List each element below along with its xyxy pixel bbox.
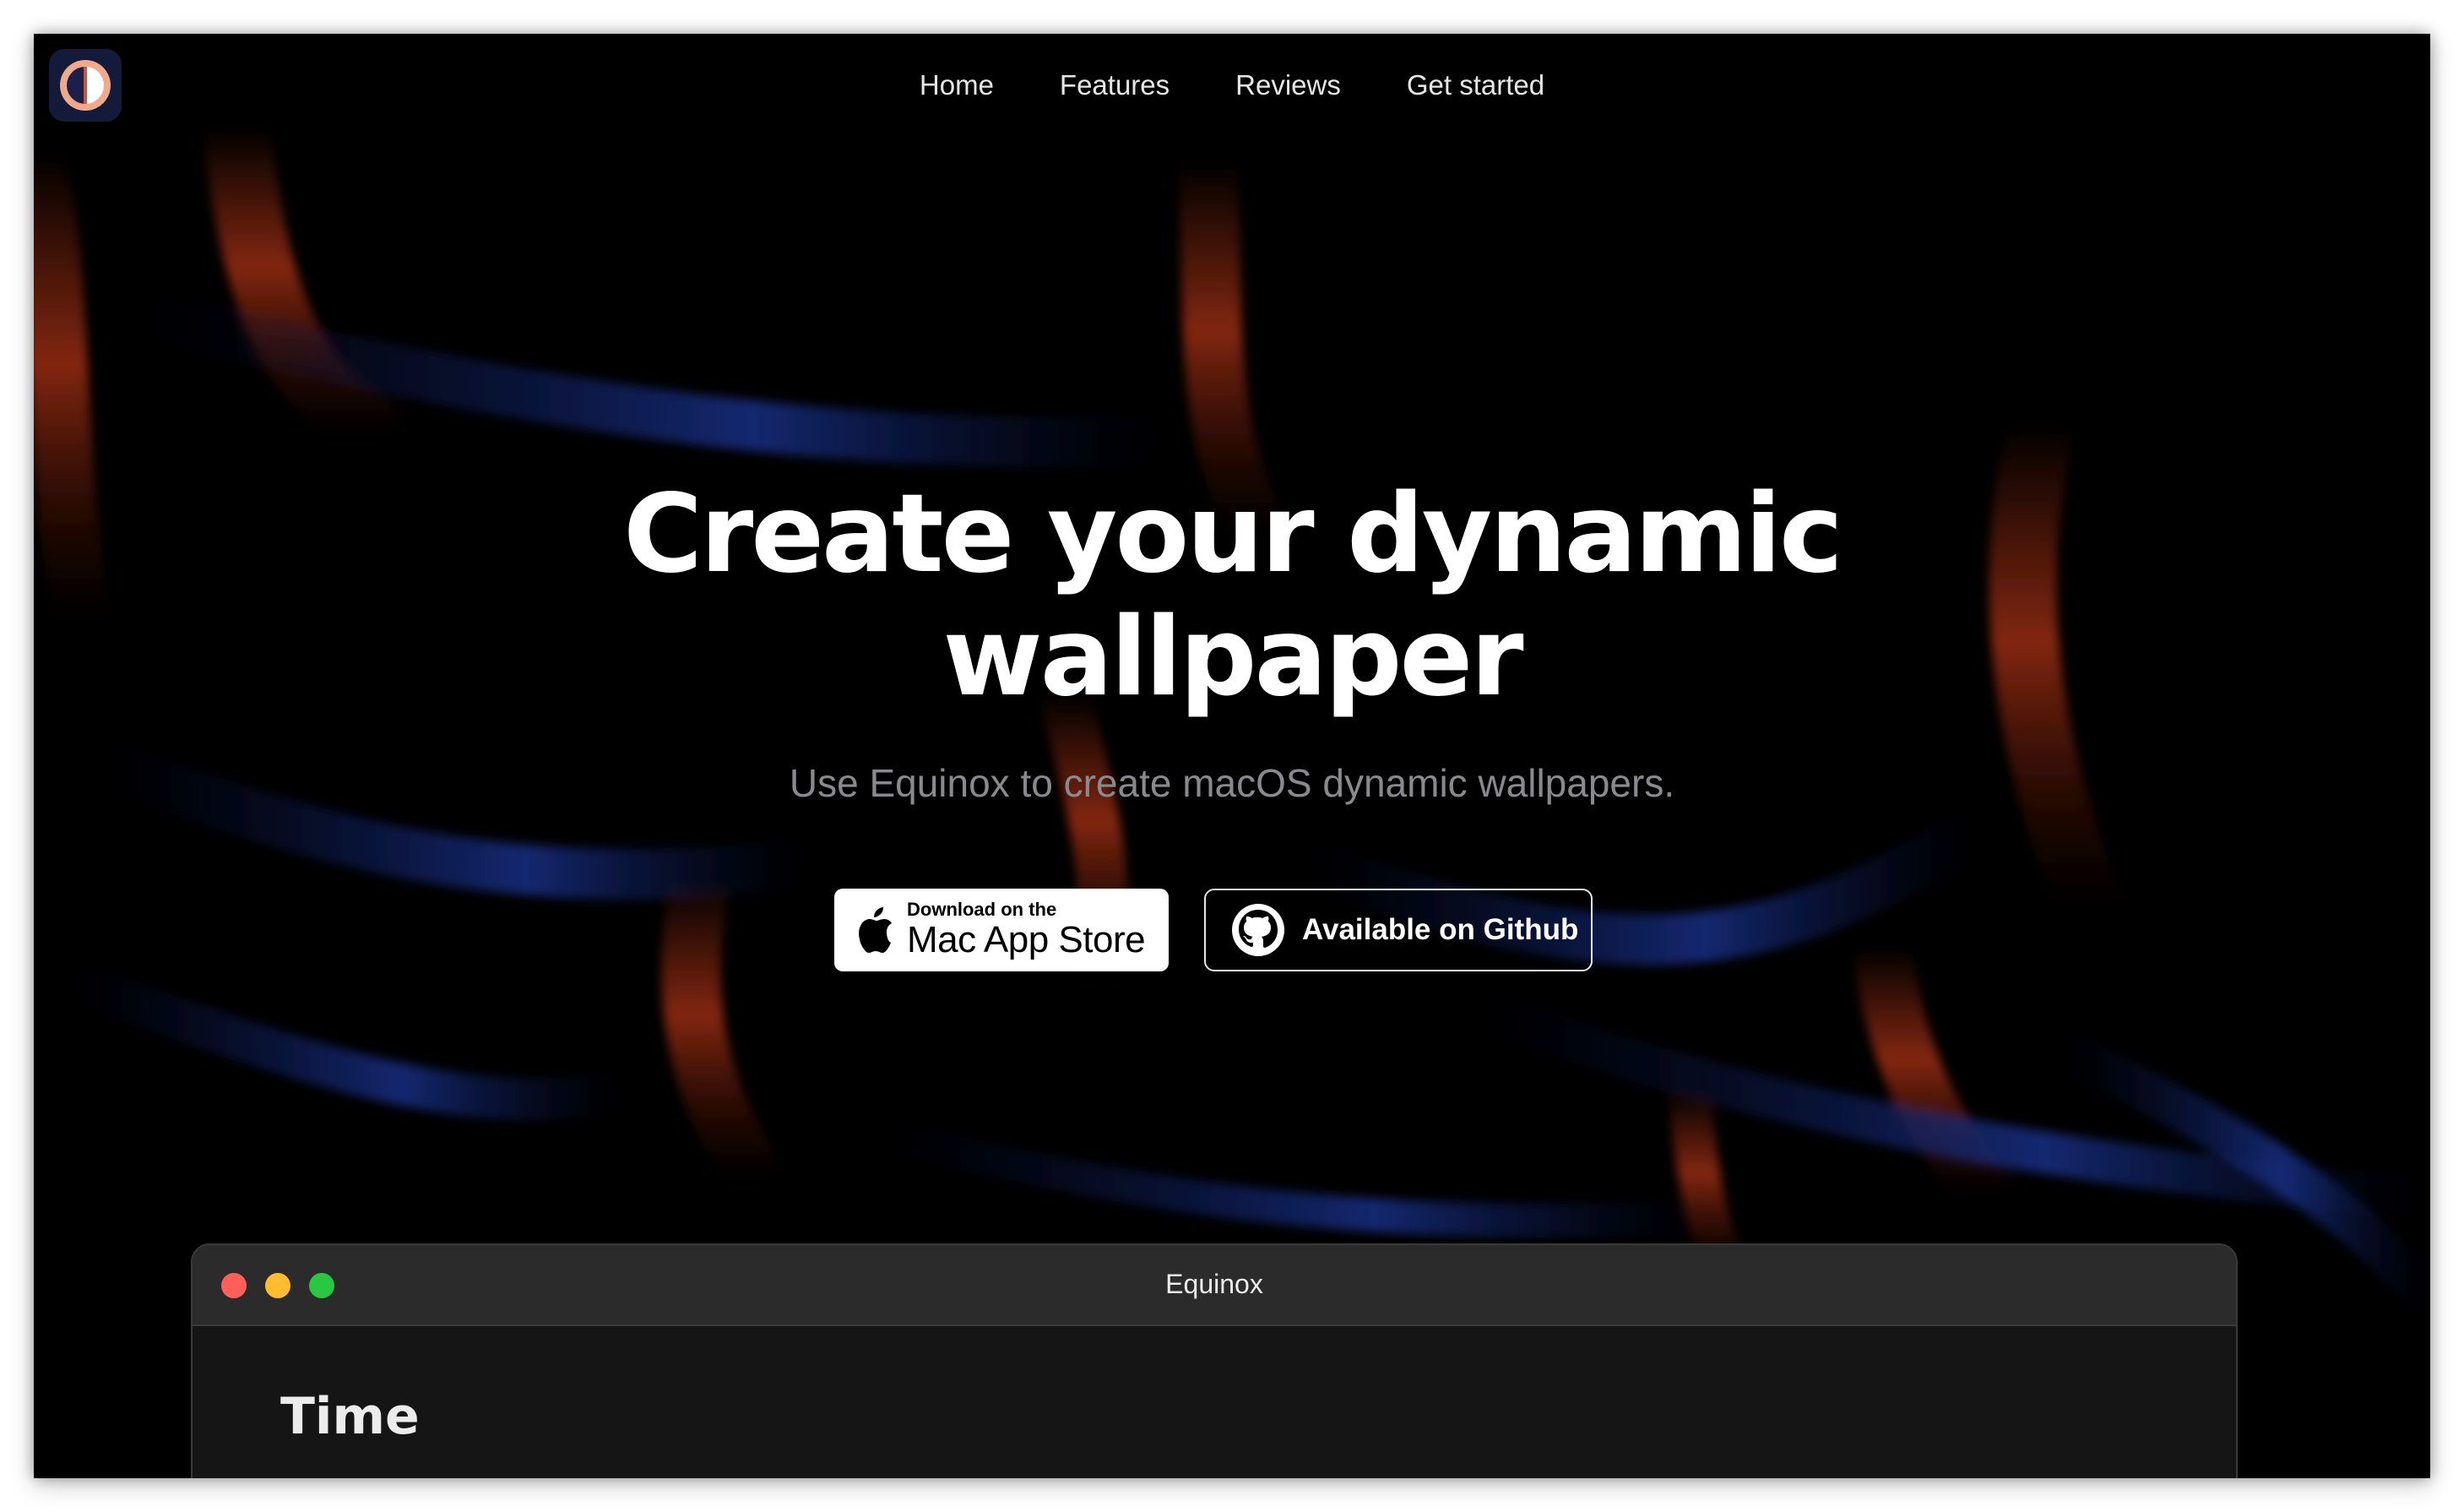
main-nav: Home Features Reviews Get started bbox=[34, 69, 2430, 101]
apple-icon bbox=[859, 907, 892, 953]
github-button-label: Available on Github bbox=[1302, 913, 1579, 946]
mac-app-store-button[interactable]: Download on the Mac App Store bbox=[834, 889, 1169, 971]
nav-features-link[interactable]: Features bbox=[1060, 69, 1170, 101]
github-button[interactable]: Available on Github bbox=[1204, 889, 1593, 971]
nav-get-started-link[interactable]: Get started bbox=[1407, 69, 1544, 101]
equinox-app-window: Equinox Time bbox=[191, 1243, 2238, 1478]
hero-title: Create your dynamic wallpaper bbox=[34, 473, 2430, 720]
app-window-title: Equinox bbox=[1165, 1269, 1263, 1299]
mac-app-store-text: Download on the Mac App Store bbox=[907, 899, 1146, 960]
nav-home-link[interactable]: Home bbox=[920, 69, 994, 101]
hero-title-line-1: Create your dynamic bbox=[623, 471, 1843, 597]
app-window-titlebar: Equinox bbox=[193, 1245, 2236, 1326]
hero-title-line-2: wallpaper bbox=[942, 595, 1524, 721]
mac-app-store-label: Mac App Store bbox=[907, 919, 1146, 960]
hero-subtitle: Use Equinox to create macOS dynamic wall… bbox=[789, 761, 1675, 805]
mac-app-store-small-label: Download on the bbox=[907, 899, 1057, 920]
github-icon bbox=[1232, 904, 1284, 956]
browser-window: Home Features Reviews Get started Create… bbox=[34, 34, 2430, 1478]
time-section-heading: Time bbox=[280, 1387, 420, 1446]
nav-reviews-link[interactable]: Reviews bbox=[1235, 69, 1341, 101]
